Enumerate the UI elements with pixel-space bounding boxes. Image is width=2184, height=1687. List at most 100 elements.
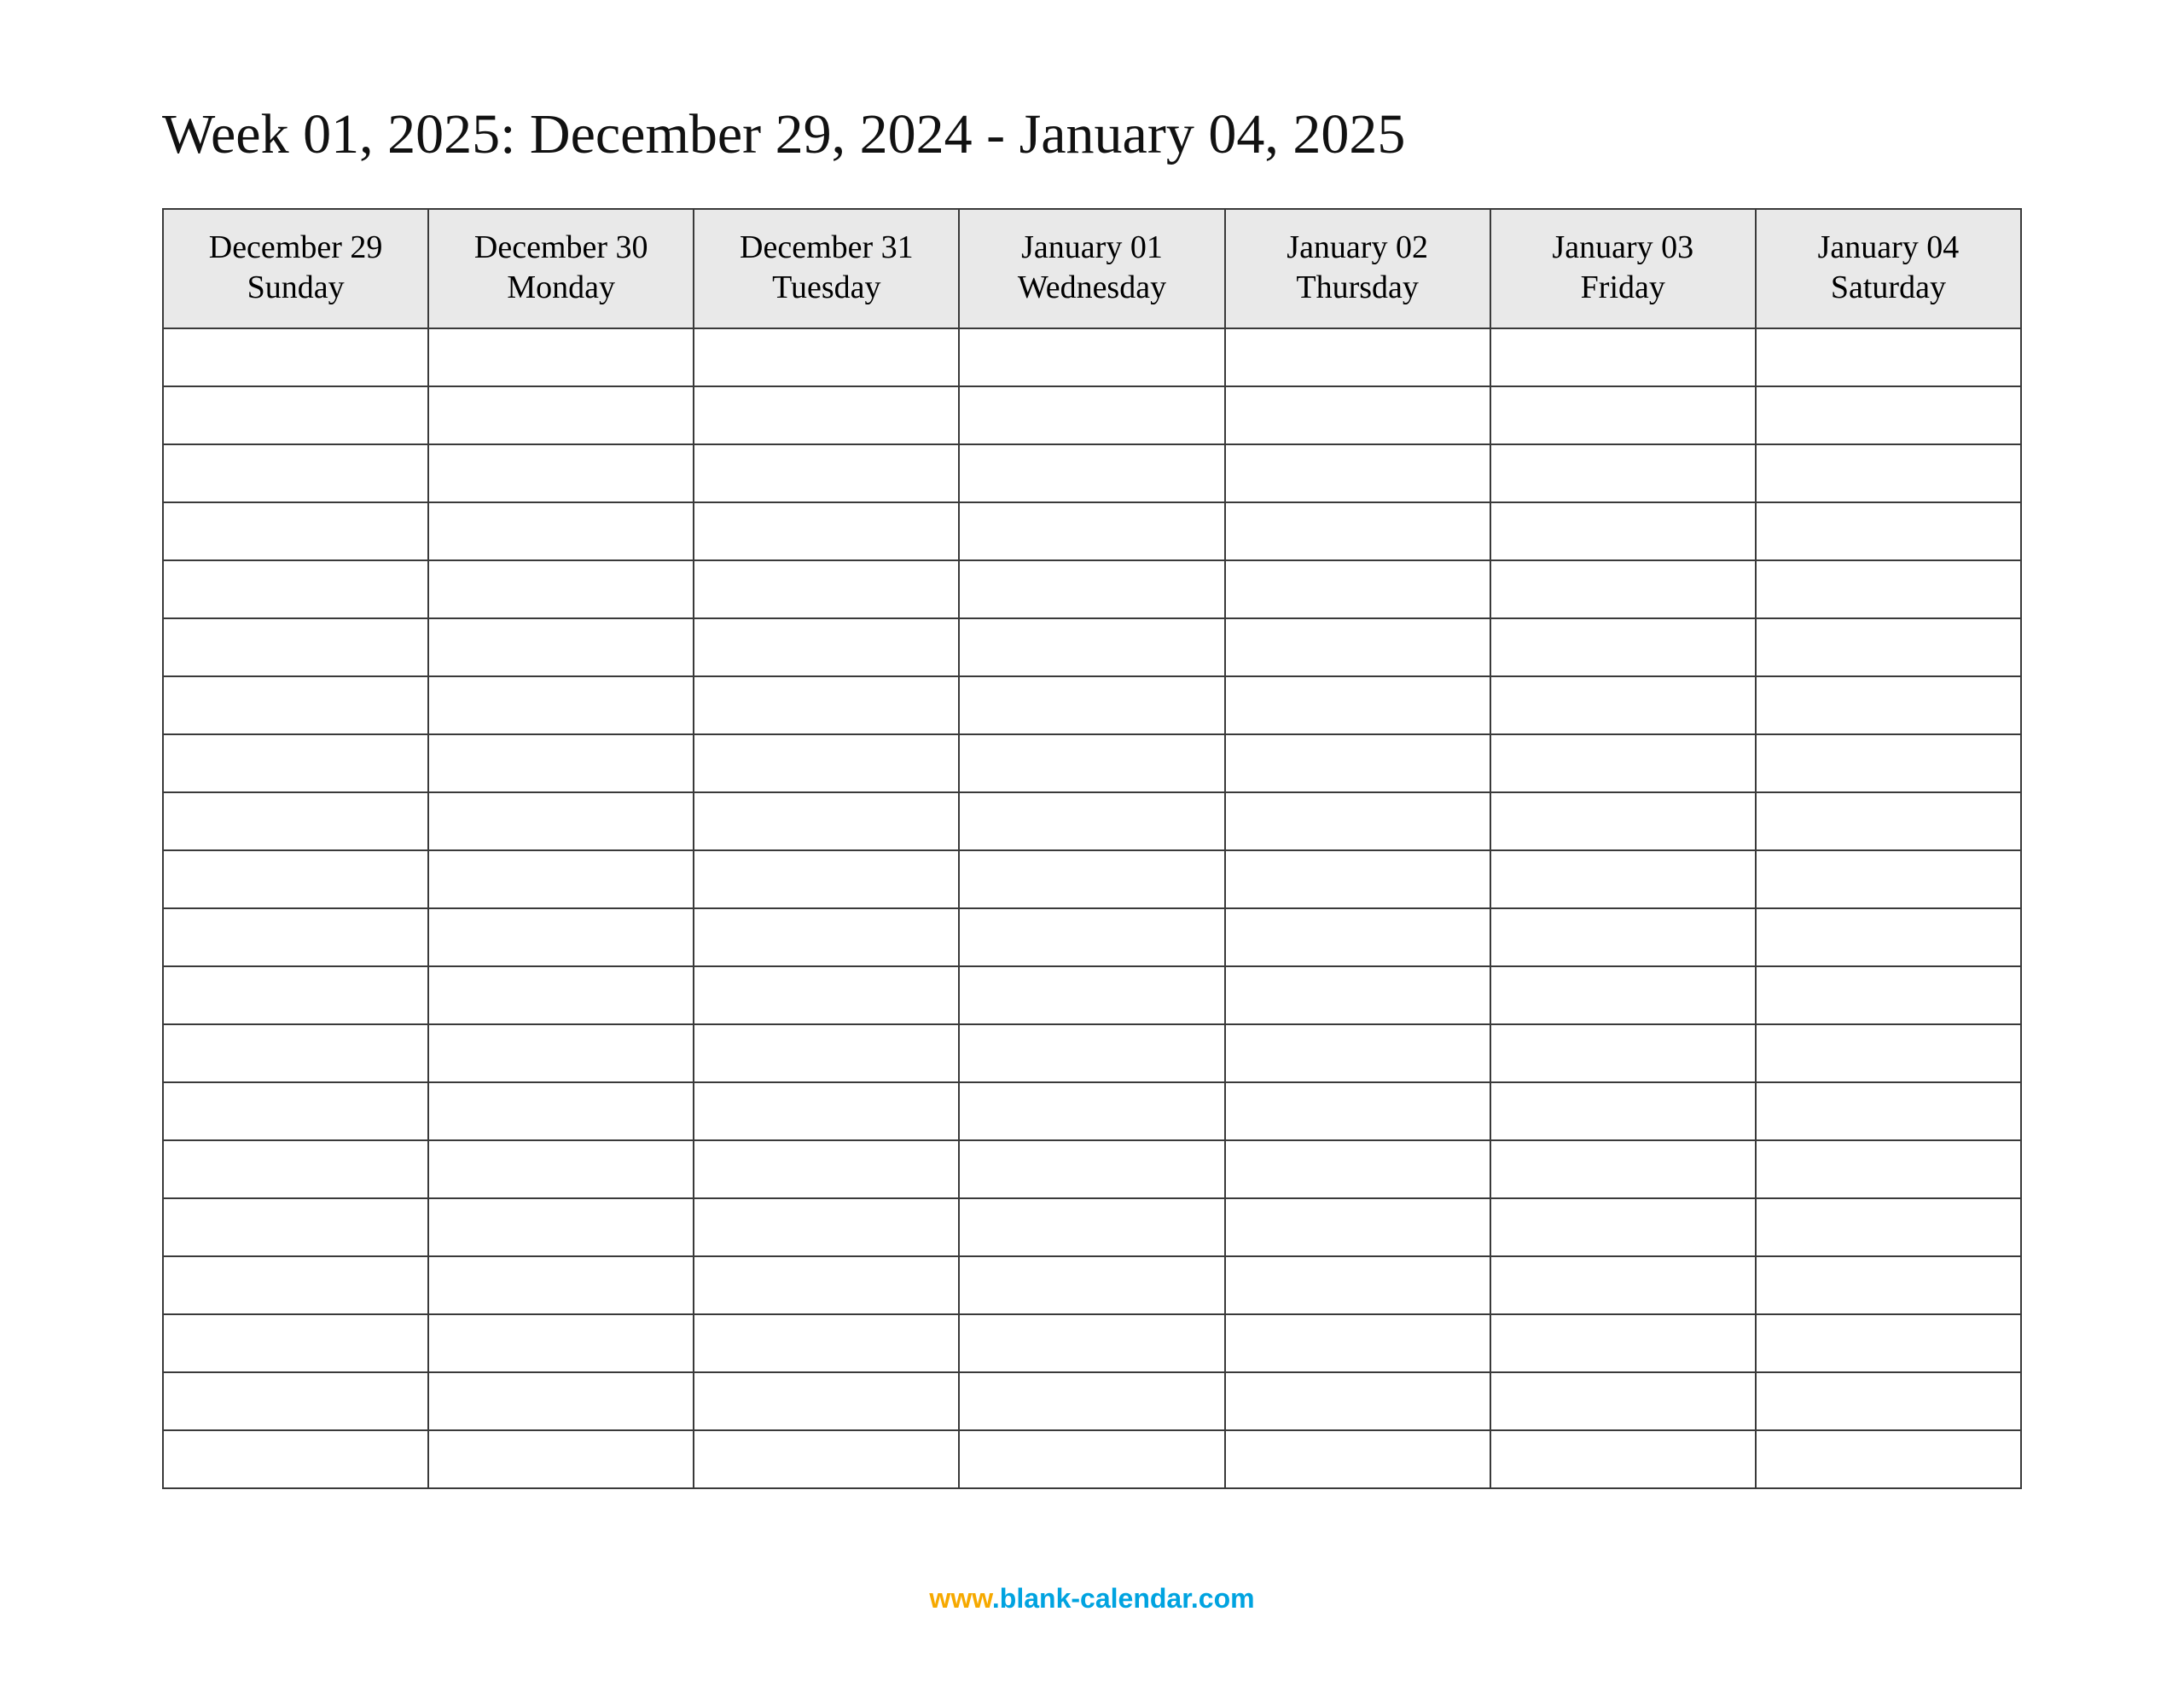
blank-cell[interactable] (959, 908, 1224, 966)
blank-cell[interactable] (1225, 1430, 1490, 1488)
blank-cell[interactable] (1490, 676, 1756, 734)
blank-cell[interactable] (1490, 792, 1756, 850)
blank-cell[interactable] (1225, 1314, 1490, 1372)
blank-cell[interactable] (1490, 1024, 1756, 1082)
blank-cell[interactable] (959, 1314, 1224, 1372)
blank-cell[interactable] (1756, 966, 2021, 1024)
blank-cell[interactable] (1490, 1082, 1756, 1140)
blank-cell[interactable] (694, 560, 959, 618)
blank-cell[interactable] (694, 908, 959, 966)
blank-cell[interactable] (1756, 1430, 2021, 1488)
blank-cell[interactable] (428, 792, 694, 850)
blank-cell[interactable] (1490, 502, 1756, 560)
blank-cell[interactable] (163, 1372, 428, 1430)
blank-cell[interactable] (694, 1314, 959, 1372)
blank-cell[interactable] (694, 676, 959, 734)
blank-cell[interactable] (694, 386, 959, 444)
blank-cell[interactable] (694, 444, 959, 502)
blank-cell[interactable] (1756, 1140, 2021, 1198)
blank-cell[interactable] (1490, 1198, 1756, 1256)
blank-cell[interactable] (1225, 618, 1490, 676)
blank-cell[interactable] (959, 1024, 1224, 1082)
blank-cell[interactable] (1225, 908, 1490, 966)
blank-cell[interactable] (1490, 1430, 1756, 1488)
blank-cell[interactable] (163, 850, 428, 908)
blank-cell[interactable] (163, 966, 428, 1024)
blank-cell[interactable] (694, 618, 959, 676)
blank-cell[interactable] (959, 560, 1224, 618)
blank-cell[interactable] (1490, 850, 1756, 908)
blank-cell[interactable] (959, 1430, 1224, 1488)
blank-cell[interactable] (428, 1198, 694, 1256)
blank-cell[interactable] (694, 1024, 959, 1082)
blank-cell[interactable] (1225, 1024, 1490, 1082)
blank-cell[interactable] (1225, 502, 1490, 560)
blank-cell[interactable] (163, 792, 428, 850)
blank-cell[interactable] (428, 328, 694, 386)
blank-cell[interactable] (1225, 560, 1490, 618)
blank-cell[interactable] (694, 1198, 959, 1256)
blank-cell[interactable] (1756, 386, 2021, 444)
blank-cell[interactable] (694, 966, 959, 1024)
blank-cell[interactable] (1225, 1372, 1490, 1430)
blank-cell[interactable] (163, 1140, 428, 1198)
blank-cell[interactable] (1756, 676, 2021, 734)
blank-cell[interactable] (1225, 386, 1490, 444)
blank-cell[interactable] (959, 1256, 1224, 1314)
blank-cell[interactable] (694, 1430, 959, 1488)
blank-cell[interactable] (959, 1082, 1224, 1140)
blank-cell[interactable] (694, 1372, 959, 1430)
blank-cell[interactable] (1756, 1198, 2021, 1256)
blank-cell[interactable] (1756, 502, 2021, 560)
blank-cell[interactable] (428, 386, 694, 444)
blank-cell[interactable] (959, 850, 1224, 908)
blank-cell[interactable] (1225, 1256, 1490, 1314)
blank-cell[interactable] (163, 1198, 428, 1256)
blank-cell[interactable] (163, 1082, 428, 1140)
blank-cell[interactable] (163, 1430, 428, 1488)
blank-cell[interactable] (694, 1140, 959, 1198)
blank-cell[interactable] (428, 502, 694, 560)
blank-cell[interactable] (694, 328, 959, 386)
blank-cell[interactable] (1756, 1256, 2021, 1314)
blank-cell[interactable] (428, 1256, 694, 1314)
blank-cell[interactable] (428, 1082, 694, 1140)
blank-cell[interactable] (959, 328, 1224, 386)
blank-cell[interactable] (428, 850, 694, 908)
blank-cell[interactable] (694, 734, 959, 792)
blank-cell[interactable] (428, 1314, 694, 1372)
blank-cell[interactable] (428, 908, 694, 966)
blank-cell[interactable] (959, 502, 1224, 560)
blank-cell[interactable] (163, 1256, 428, 1314)
blank-cell[interactable] (959, 792, 1224, 850)
blank-cell[interactable] (1490, 1314, 1756, 1372)
blank-cell[interactable] (1225, 1082, 1490, 1140)
blank-cell[interactable] (428, 444, 694, 502)
blank-cell[interactable] (959, 966, 1224, 1024)
blank-cell[interactable] (1756, 328, 2021, 386)
blank-cell[interactable] (1490, 328, 1756, 386)
blank-cell[interactable] (1490, 734, 1756, 792)
blank-cell[interactable] (1225, 444, 1490, 502)
blank-cell[interactable] (959, 1372, 1224, 1430)
blank-cell[interactable] (694, 792, 959, 850)
blank-cell[interactable] (1225, 1198, 1490, 1256)
blank-cell[interactable] (959, 1198, 1224, 1256)
blank-cell[interactable] (163, 908, 428, 966)
blank-cell[interactable] (428, 1024, 694, 1082)
blank-cell[interactable] (1490, 618, 1756, 676)
blank-cell[interactable] (1225, 676, 1490, 734)
blank-cell[interactable] (1756, 1082, 2021, 1140)
blank-cell[interactable] (428, 560, 694, 618)
blank-cell[interactable] (959, 444, 1224, 502)
blank-cell[interactable] (163, 386, 428, 444)
blank-cell[interactable] (428, 618, 694, 676)
blank-cell[interactable] (1756, 1314, 2021, 1372)
blank-cell[interactable] (1756, 1024, 2021, 1082)
blank-cell[interactable] (1225, 1140, 1490, 1198)
blank-cell[interactable] (163, 560, 428, 618)
blank-cell[interactable] (428, 966, 694, 1024)
blank-cell[interactable] (1225, 792, 1490, 850)
blank-cell[interactable] (1756, 850, 2021, 908)
blank-cell[interactable] (694, 850, 959, 908)
